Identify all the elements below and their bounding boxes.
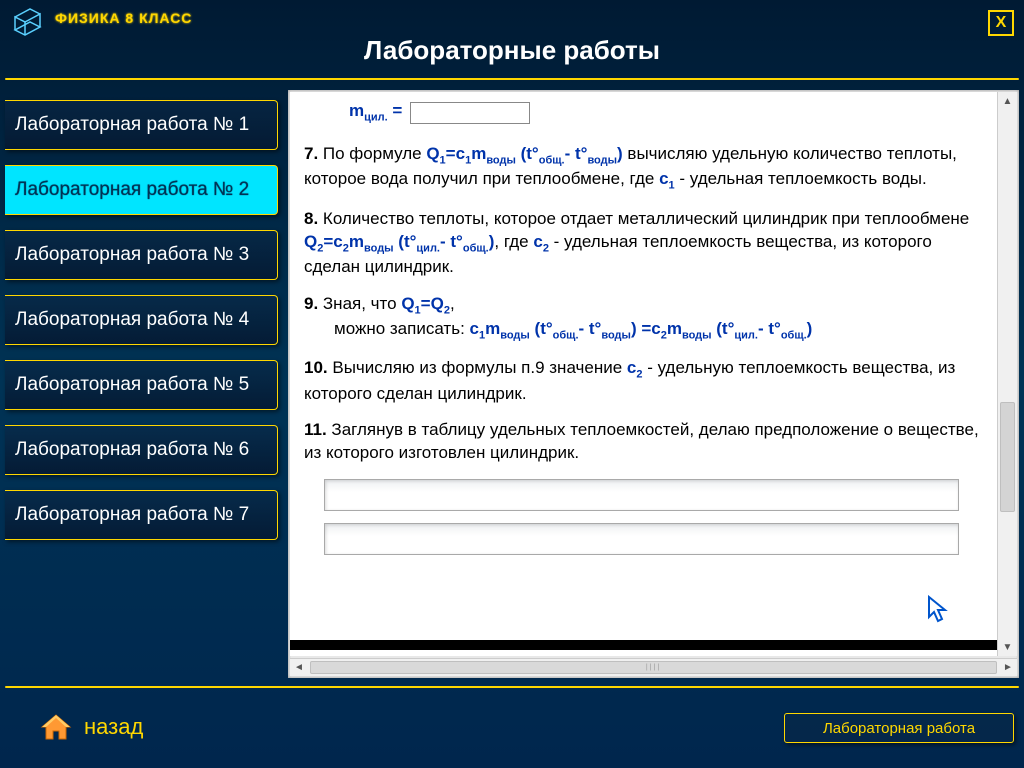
sidebar-item-label: Лабораторная работа № 3 — [15, 244, 249, 266]
paragraph-7: 7. По формуле Q1=c1mводы (t°общ.- t°воды… — [304, 143, 983, 193]
sidebar-item-lab-2[interactable]: Лабораторная работа № 2 — [5, 165, 278, 215]
paragraph-10: 10. Вычисляю из формулы п.9 значение c2 … — [304, 357, 983, 405]
sidebar-item-label: Лабораторная работа № 5 — [15, 374, 249, 396]
answer-input-1[interactable] — [324, 479, 959, 511]
answer-input-2[interactable] — [324, 523, 959, 555]
sidebar-item-label: Лабораторная работа № 7 — [15, 504, 249, 526]
content-panel: mцил. = 7. По формуле Q1=c1mводы (t°общ.… — [288, 90, 1019, 678]
back-label: назад — [84, 714, 143, 740]
app-logo-text: ФИЗИКА 8 КЛАСС — [55, 10, 192, 26]
back-button[interactable]: назад — [40, 713, 143, 741]
vertical-scrollbar[interactable]: ▲ ▼ — [997, 92, 1017, 656]
scroll-down-arrow-icon[interactable]: ▼ — [998, 638, 1017, 656]
paragraph-8: 8. Количество теплоты, которое отдает ме… — [304, 208, 983, 279]
sidebar-item-lab-1[interactable]: Лабораторная работа № 1 — [5, 100, 278, 150]
horizontal-scrollbar[interactable]: ◄ |||| ► — [290, 658, 1017, 676]
hscroll-thumb[interactable]: |||| — [310, 661, 997, 674]
sidebar-item-lab-6[interactable]: Лабораторная работа № 6 — [5, 425, 278, 475]
mass-input[interactable] — [410, 102, 530, 124]
sidebar-item-label: Лабораторная работа № 2 — [15, 179, 249, 201]
sidebar-item-lab-7[interactable]: Лабораторная работа № 7 — [5, 490, 278, 540]
scroll-left-arrow-icon[interactable]: ◄ — [290, 659, 308, 676]
close-button[interactable]: X — [988, 10, 1014, 36]
paragraph-11: 11. Заглянув в таблицу удельных теплоемк… — [304, 419, 983, 465]
divider — [5, 78, 1019, 80]
sidebar-item-label: Лабораторная работа № 6 — [15, 439, 249, 461]
home-icon — [40, 713, 72, 741]
sidebar-item-lab-4[interactable]: Лабораторная работа № 4 — [5, 295, 278, 345]
sidebar-item-label: Лабораторная работа № 1 — [15, 114, 249, 136]
scroll-up-arrow-icon[interactable]: ▲ — [998, 92, 1017, 110]
document-body: mцил. = 7. По формуле Q1=c1mводы (t°общ.… — [290, 92, 997, 656]
mass-label: mцил. = — [349, 100, 402, 125]
divider — [5, 686, 1019, 688]
content-separator — [290, 640, 997, 650]
sidebar-item-lab-5[interactable]: Лабораторная работа № 5 — [5, 360, 278, 410]
sidebar: Лабораторная работа № 1 Лабораторная раб… — [5, 90, 288, 678]
scroll-thumb[interactable] — [1000, 402, 1015, 512]
footer-badge[interactable]: Лабораторная работа — [784, 713, 1014, 743]
page-title: Лабораторные работы — [0, 35, 1024, 66]
scroll-right-arrow-icon[interactable]: ► — [999, 659, 1017, 676]
paragraph-9: 9. Зная, что Q1=Q2, можно записать: c1mв… — [304, 293, 983, 343]
sidebar-item-label: Лабораторная работа № 4 — [15, 309, 249, 331]
sidebar-item-lab-3[interactable]: Лабораторная работа № 3 — [5, 230, 278, 280]
